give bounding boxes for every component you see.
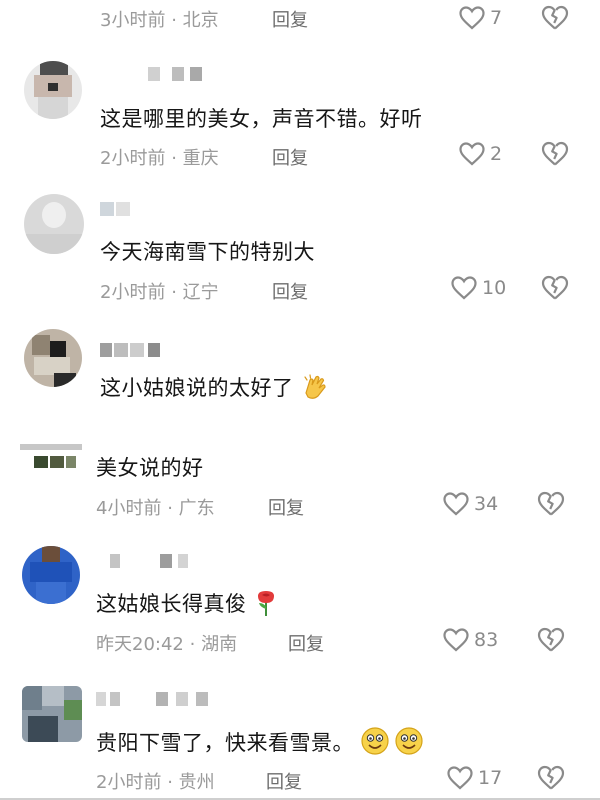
comment-location: 重庆 xyxy=(182,148,219,169)
comment-time: 2小时前 xyxy=(100,148,166,169)
heart-icon xyxy=(447,766,473,790)
like-button[interactable]: 83 xyxy=(442,627,498,653)
reply-button[interactable]: 回复 xyxy=(288,630,324,656)
comment-item: 贵阳下雪了，快来看雪景。 2小时前 · 贵州 回复 17 xyxy=(0,682,600,800)
separator: · xyxy=(171,10,177,31)
comment-time: 2小时前 xyxy=(96,772,162,793)
comment-item: 这姑娘长得真俊 昨天20:42 · 湖南 回复 83 xyxy=(0,540,600,680)
separator: · xyxy=(171,148,177,169)
broken-heart-icon[interactable] xyxy=(536,626,566,654)
comment-meta: 昨天20:42 · 湖南 xyxy=(96,630,237,656)
like-button[interactable]: 17 xyxy=(446,765,502,791)
comment-meta: 2小时前 · 重庆 xyxy=(100,144,219,170)
avatar[interactable] xyxy=(20,444,82,468)
comment-item: 这是哪里的美女，声音不错。好听 2小时前 · 重庆 回复 2 xyxy=(0,55,600,185)
comment-text: 美女说的好 xyxy=(96,456,204,480)
comment-text: 今天海南雪下的特别大 xyxy=(100,240,315,264)
heart-icon xyxy=(443,492,469,516)
like-count: 34 xyxy=(474,493,499,515)
comment-meta: 2小时前 · 辽宁 xyxy=(100,278,219,304)
comment-text: 这是哪里的美女，声音不错。好听 xyxy=(100,107,423,131)
comment-item: 3小时前 · 北京 回复 7 xyxy=(0,0,600,40)
comment-item: 美女说的好 4小时前 · 广东 回复 34 xyxy=(0,440,600,540)
like-count: 10 xyxy=(482,277,507,299)
comment-text-body: 这小姑娘说的太好了 xyxy=(100,376,294,400)
reply-button[interactable]: 回复 xyxy=(272,6,308,32)
avatar[interactable] xyxy=(24,194,84,254)
reply-button[interactable]: 回复 xyxy=(272,144,308,170)
comment-text-body: 贵阳下雪了，快来看雪景。 xyxy=(96,731,354,755)
comment-item: 今天海南雪下的特别大 2小时前 · 辽宁 回复 10 xyxy=(0,190,600,320)
like-count: 17 xyxy=(478,767,503,789)
like-count: 7 xyxy=(490,7,503,29)
broken-heart-icon[interactable] xyxy=(536,764,566,792)
comment-time: 4小时前 xyxy=(96,498,162,519)
reply-button[interactable]: 回复 xyxy=(272,278,308,304)
broken-heart-icon[interactable] xyxy=(540,274,570,302)
username-blurred xyxy=(100,343,162,357)
comment-time: 昨天20:42 xyxy=(96,634,184,655)
username-blurred xyxy=(148,67,208,81)
comment-location: 贵州 xyxy=(178,772,215,793)
comment-location: 北京 xyxy=(182,10,219,31)
avatar[interactable] xyxy=(22,546,80,604)
clapping-hands-icon xyxy=(301,373,329,406)
like-button[interactable]: 34 xyxy=(442,491,498,517)
comment-meta: 2小时前 · 贵州 xyxy=(96,768,215,794)
comment-text: 贵阳下雪了，快来看雪景。 xyxy=(96,726,425,761)
separator: · xyxy=(167,772,173,793)
username-blurred xyxy=(110,554,230,568)
username-blurred xyxy=(100,202,140,216)
broken-heart-icon[interactable] xyxy=(536,490,566,518)
comment-text: 这姑娘长得真俊 xyxy=(96,588,278,622)
comment-text-body: 这姑娘长得真俊 xyxy=(96,592,247,616)
comment-location: 湖南 xyxy=(201,634,238,655)
broken-heart-icon[interactable] xyxy=(540,140,570,168)
comment-location: 广东 xyxy=(178,498,215,519)
separator: · xyxy=(167,498,173,519)
heart-icon xyxy=(443,628,469,652)
heart-icon xyxy=(451,276,477,300)
comment-text: 这小姑娘说的太好了 xyxy=(100,372,329,406)
avatar[interactable] xyxy=(22,686,82,742)
like-button[interactable]: 10 xyxy=(450,275,506,301)
username-blurred xyxy=(96,692,226,706)
comment-time: 2小时前 xyxy=(100,282,166,303)
comment-item: 这小姑娘说的太好了 xyxy=(0,325,600,425)
heart-icon xyxy=(459,142,485,166)
smiley-icon xyxy=(361,726,425,761)
comment-time: 3小时前 xyxy=(100,10,166,31)
like-button[interactable]: 2 xyxy=(458,141,502,167)
separator: · xyxy=(189,634,196,655)
broken-heart-icon[interactable] xyxy=(540,4,570,32)
avatar[interactable] xyxy=(24,329,82,387)
like-count: 2 xyxy=(490,143,503,165)
comment-location: 辽宁 xyxy=(182,282,219,303)
rose-icon xyxy=(254,589,278,622)
reply-button[interactable]: 回复 xyxy=(268,494,304,520)
comment-meta: 3小时前 · 北京 xyxy=(100,6,219,32)
heart-icon xyxy=(459,6,485,30)
like-button[interactable]: 7 xyxy=(458,5,502,31)
like-count: 83 xyxy=(474,629,499,651)
separator: · xyxy=(171,282,177,303)
comment-meta: 4小时前 · 广东 xyxy=(96,494,215,520)
reply-button[interactable]: 回复 xyxy=(266,768,302,794)
avatar[interactable] xyxy=(24,61,82,119)
